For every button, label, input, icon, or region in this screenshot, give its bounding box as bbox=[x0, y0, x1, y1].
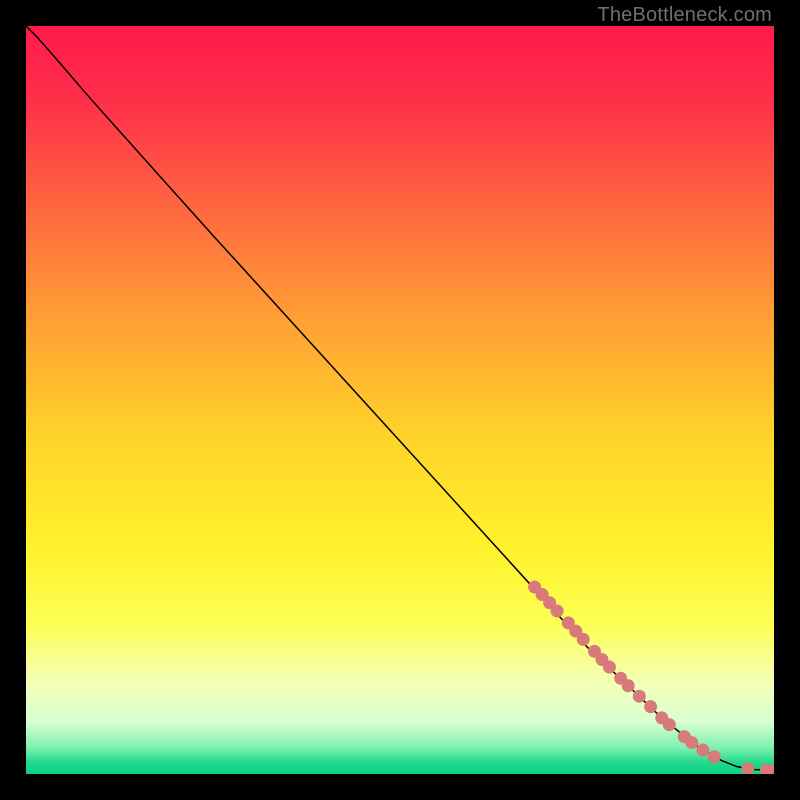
data-point bbox=[551, 604, 564, 617]
data-point bbox=[685, 736, 698, 749]
gradient-background bbox=[26, 26, 774, 774]
chart-stage: TheBottleneck.com bbox=[0, 0, 800, 800]
data-point bbox=[622, 679, 635, 692]
watermark-text: TheBottleneck.com bbox=[597, 4, 772, 27]
data-point bbox=[708, 750, 721, 763]
data-point bbox=[633, 690, 646, 703]
data-point bbox=[644, 700, 657, 713]
data-point bbox=[696, 744, 709, 757]
plot-area bbox=[26, 26, 774, 774]
plot-svg bbox=[26, 26, 774, 774]
data-point bbox=[577, 633, 590, 646]
data-point bbox=[603, 661, 616, 674]
data-point bbox=[663, 718, 676, 731]
